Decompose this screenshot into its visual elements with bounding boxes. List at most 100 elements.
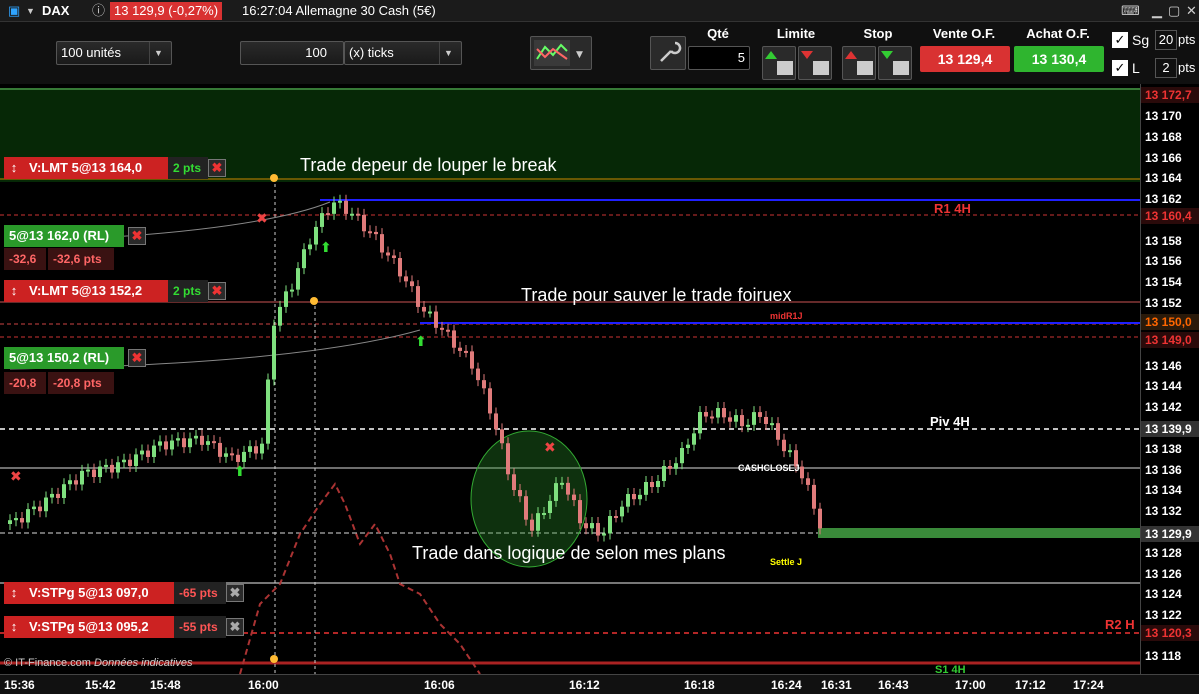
close-icon[interactable]: ✕: [1182, 2, 1199, 20]
candle-body: [200, 435, 204, 445]
candle-body: [752, 412, 756, 425]
footer: © IT-Finance.com Données indicatives: [4, 657, 192, 669]
candle-body: [44, 497, 48, 512]
candle-body: [356, 213, 360, 216]
candle-body: [416, 286, 420, 307]
limit-label: Limite: [776, 26, 816, 41]
candle-body: [266, 379, 270, 444]
close-order-icon[interactable]: ✖: [208, 282, 226, 300]
instrument-name[interactable]: DAX: [38, 2, 73, 20]
candle-body: [452, 330, 456, 348]
title-bar: ▣ ▼ DAX ⓘ 13 129,9 (-0,27%) 16:27:04 All…: [0, 0, 1199, 22]
up-arrow-marker: ⬆: [234, 464, 246, 480]
candle-body: [446, 329, 450, 332]
quote-badge: 13 129,9 (-0,27%): [110, 2, 223, 20]
candle-body: [338, 200, 342, 203]
price-chart[interactable]: ✖ ✖ ✖ ⬆ ⬆ ⬆ Trade depeur de louper le br…: [0, 84, 1140, 674]
candle-body: [146, 450, 150, 457]
chevron-down-icon[interactable]: ▼: [22, 2, 39, 20]
limit-sell-button[interactable]: [798, 46, 832, 80]
drag-handle-icon[interactable]: ↕: [4, 616, 24, 638]
candle-body: [560, 482, 564, 485]
candle-body: [272, 325, 276, 380]
candle-body: [368, 231, 372, 234]
candle-body: [158, 441, 162, 446]
candle-body: [806, 478, 810, 485]
candle-body: [530, 519, 534, 531]
level-label-settle: Settle J: [770, 557, 803, 567]
units-dropdown[interactable]: 100 unités ▼: [56, 41, 172, 65]
close-order-icon[interactable]: ✖: [226, 618, 244, 636]
drag-handle-icon[interactable]: ↕: [4, 280, 24, 302]
candle-body: [812, 484, 816, 509]
buy-button[interactable]: 13 130,4: [1014, 46, 1104, 72]
candle-body: [422, 306, 426, 312]
info-icon[interactable]: ⓘ: [88, 2, 109, 20]
candle-body: [620, 506, 624, 517]
sell-button[interactable]: 13 129,4: [920, 46, 1010, 72]
wrench-icon[interactable]: [650, 36, 686, 70]
keyboard-icon[interactable]: ⌨: [1117, 2, 1144, 20]
candle-body: [512, 474, 516, 491]
close-position-icon[interactable]: ✖: [128, 227, 146, 245]
candle-body: [386, 252, 390, 256]
candle-body: [188, 438, 192, 448]
candle-body: [140, 450, 144, 455]
l-input[interactable]: 2: [1155, 58, 1177, 78]
close-position-icon[interactable]: ✖: [128, 349, 146, 367]
time-tick: 16:00: [248, 678, 279, 692]
time-tick: 16:24: [771, 678, 802, 692]
candle-body: [572, 494, 576, 501]
limit-buy-button[interactable]: [762, 46, 796, 80]
close-order-icon[interactable]: ✖: [226, 584, 244, 602]
time-tick: 15:48: [150, 678, 181, 692]
candle-body: [344, 200, 348, 214]
time-tick: 16:31: [821, 678, 852, 692]
l-checkbox[interactable]: ✓: [1112, 60, 1128, 76]
axis-tick: 13 126: [1145, 567, 1182, 581]
candle-body: [26, 509, 30, 523]
qty-input[interactable]: 5: [688, 46, 750, 70]
axis-tick: 13 136: [1145, 463, 1182, 477]
candle-body: [212, 441, 216, 444]
candle-body: [680, 448, 684, 464]
sg-input[interactable]: 20: [1155, 30, 1177, 50]
axis-highlight: 13 150,0: [1141, 314, 1199, 330]
axis-tick: 13 168: [1145, 130, 1182, 144]
price-axis[interactable]: 13 172,7 13 170 13 168 13 166 13 164 13 …: [1140, 84, 1199, 674]
window-title: 16:27:04 Allemagne 30 Cash (5€): [242, 3, 436, 18]
close-order-icon[interactable]: ✖: [208, 159, 226, 177]
indicator-line: [239, 482, 481, 674]
candle-body: [554, 483, 558, 501]
axis-tick: 13 162: [1145, 192, 1182, 206]
time-axis[interactable]: 15:36 15:42 15:48 16:00 16:06 16:12 16:1…: [0, 674, 1199, 694]
price-band: [818, 528, 1140, 538]
axis-tick: 13 158: [1145, 234, 1182, 248]
candle-body: [770, 423, 774, 426]
chevron-down-icon: ▼: [149, 42, 167, 64]
ticks-input[interactable]: 100: [240, 41, 344, 65]
candle-body: [596, 523, 600, 536]
drag-handle-icon[interactable]: ↕: [4, 582, 24, 604]
chart-tools-icon: ▼: [534, 40, 583, 66]
candle-body: [722, 408, 726, 418]
stop-buy-button[interactable]: [842, 46, 876, 80]
candle-body: [518, 490, 522, 497]
candle-body: [506, 443, 510, 475]
drag-handle-icon[interactable]: ↕: [4, 157, 24, 179]
candle-body: [98, 466, 102, 477]
candle-body: [404, 276, 408, 282]
candle-body: [128, 459, 132, 466]
candle-body: [482, 380, 486, 389]
time-tick: 16:43: [878, 678, 909, 692]
candle-body: [248, 446, 252, 452]
chart-tools-button[interactable]: ▼: [530, 36, 592, 70]
candle-body: [602, 533, 606, 536]
sg-checkbox[interactable]: ✓: [1112, 32, 1128, 48]
ticks-dropdown[interactable]: (x) ticks ▼: [344, 41, 462, 65]
candle-body: [734, 415, 738, 422]
cross-marker: ✖: [256, 211, 268, 227]
candle-body: [14, 518, 18, 521]
sg-label: Sg: [1132, 32, 1150, 48]
stop-sell-button[interactable]: [878, 46, 912, 80]
